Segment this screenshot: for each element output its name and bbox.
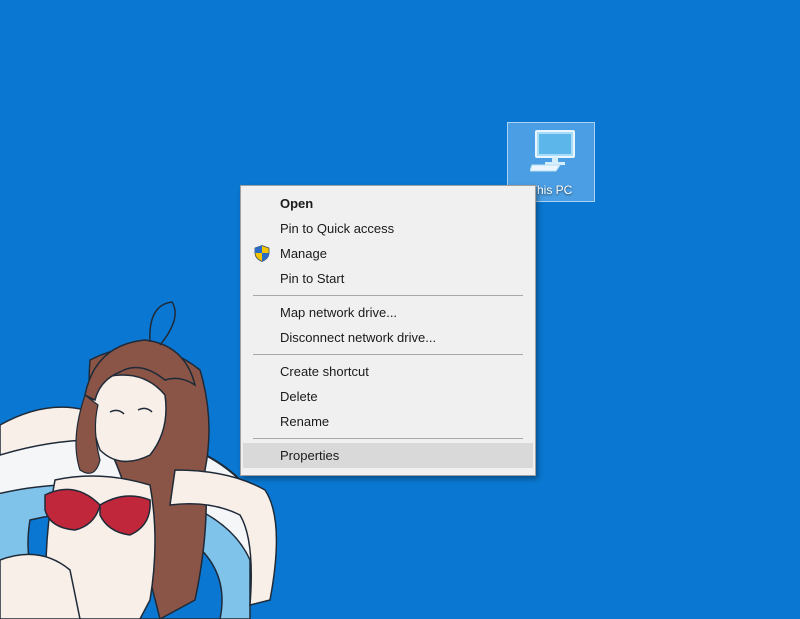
menu-item-properties[interactable]: Properties <box>243 443 533 468</box>
menu-item-pin-to-quick-access[interactable]: Pin to Quick access <box>241 216 535 241</box>
menu-item-manage[interactable]: Manage <box>241 241 535 266</box>
menu-item-label: Create shortcut <box>280 364 369 379</box>
menu-item-map-network-drive[interactable]: Map network drive... <box>241 300 535 325</box>
uac-shield-icon <box>254 245 270 262</box>
menu-item-pin-to-start[interactable]: Pin to Start <box>241 266 535 291</box>
context-menu: Open Pin to Quick access Manage Pin to S… <box>240 185 536 476</box>
menu-item-label: Pin to Quick access <box>280 221 395 236</box>
menu-separator <box>253 295 523 296</box>
menu-item-label: Pin to Start <box>280 271 345 286</box>
menu-item-label: Map network drive... <box>280 305 398 320</box>
menu-item-rename[interactable]: Rename <box>241 409 535 434</box>
computer-icon <box>530 130 575 172</box>
menu-item-label: Properties <box>280 448 340 463</box>
menu-item-disconnect-network-drive[interactable]: Disconnect network drive... <box>241 325 535 350</box>
menu-item-delete[interactable]: Delete <box>241 384 535 409</box>
desktop[interactable]: This PC Open Pin to Quick access Manage … <box>0 0 800 619</box>
menu-separator <box>253 354 523 355</box>
menu-item-label: Open <box>280 196 314 211</box>
menu-separator <box>253 438 523 439</box>
menu-item-label: Delete <box>280 389 318 404</box>
menu-item-label: Disconnect network drive... <box>280 330 437 345</box>
menu-item-label: Rename <box>280 414 330 429</box>
menu-item-open[interactable]: Open <box>241 191 535 216</box>
face <box>91 374 167 463</box>
menu-item-create-shortcut[interactable]: Create shortcut <box>241 359 535 384</box>
menu-item-label: Manage <box>280 246 327 261</box>
